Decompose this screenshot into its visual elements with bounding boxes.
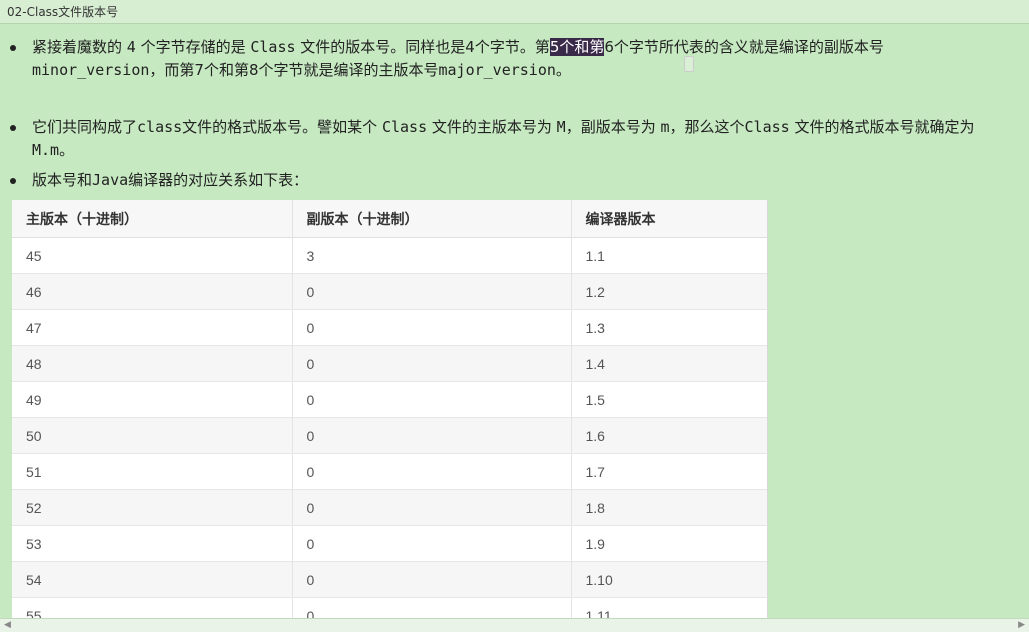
horizontal-scrollbar[interactable]: ◀ ▶ bbox=[0, 618, 1029, 632]
selected-text[interactable]: 5个和第 bbox=[549, 38, 605, 56]
table-row: 46 0 1.2 bbox=[12, 273, 767, 310]
table-cell: 54 bbox=[12, 561, 292, 598]
text-span: 紧接着魔数的 bbox=[32, 38, 127, 56]
table-cell: 0 bbox=[291, 525, 571, 562]
table-cell: 53 bbox=[12, 525, 292, 562]
table-cell: 0 bbox=[291, 597, 571, 618]
table-cell: 1.8 bbox=[570, 489, 767, 526]
table-cell: 3 bbox=[291, 237, 571, 274]
table-row: 53 0 1.9 bbox=[12, 525, 767, 562]
table-cell: 48 bbox=[12, 345, 292, 382]
table-row: 51 0 1.7 bbox=[12, 453, 767, 490]
table-row: 49 0 1.5 bbox=[12, 381, 767, 418]
bullet-icon bbox=[10, 125, 16, 131]
text-cursor-icon bbox=[684, 56, 694, 72]
table-cell: 1.11 bbox=[570, 597, 767, 618]
table-cell: 51 bbox=[12, 453, 292, 490]
table-cell: 1.2 bbox=[570, 273, 767, 310]
code-span: 4 bbox=[126, 38, 136, 56]
code-span: M bbox=[556, 118, 566, 136]
text-span: 文件的主版本号为 bbox=[427, 118, 557, 136]
bullet-icon bbox=[10, 178, 16, 184]
document-tab-title[interactable]: 02-Class文件版本号 bbox=[0, 0, 1029, 24]
code-span: M.m bbox=[32, 141, 60, 159]
table-cell: 0 bbox=[291, 453, 571, 490]
table-cell: 1.10 bbox=[570, 561, 767, 598]
version-table-container: 主版本（十进制） 副版本（十进制） 编译器版本 45 3 1.1 46 0 1.2 47… bbox=[12, 200, 768, 618]
table-cell: 45 bbox=[12, 237, 292, 274]
table-cell: 0 bbox=[291, 489, 571, 526]
table-row: 47 0 1.3 bbox=[12, 309, 767, 346]
text-span: 版本号和 bbox=[32, 171, 93, 189]
table-cell: 0 bbox=[291, 381, 571, 418]
table-cell: 1.9 bbox=[570, 525, 767, 562]
code-span: major_version bbox=[438, 61, 556, 79]
table-row: 50 0 1.6 bbox=[12, 417, 767, 454]
text-span: ，那么这个 bbox=[669, 118, 745, 136]
column-header-major: 主版本（十进制） bbox=[12, 200, 292, 238]
text-span: 。 bbox=[555, 61, 571, 79]
table-cell: 49 bbox=[12, 381, 292, 418]
text-span: 文件的版本号。同样也是4个字节。第 bbox=[295, 38, 550, 56]
code-span: minor_version bbox=[32, 61, 150, 79]
table-cell: 55 bbox=[12, 597, 292, 618]
text-span: 个字节存储的是 bbox=[135, 38, 251, 56]
code-span: Java bbox=[92, 171, 129, 189]
code-span: Class bbox=[250, 38, 296, 56]
table-cell: 52 bbox=[12, 489, 292, 526]
table-cell: 1.6 bbox=[570, 417, 767, 454]
document-content: 紧接着魔数的 4 个字节存储的是 Class 文件的版本号。同样也是4个字节。第… bbox=[0, 24, 1029, 618]
table-cell: 1.3 bbox=[570, 309, 767, 346]
text-span: 编译器的对应关系如下表： bbox=[128, 171, 309, 189]
table-header-row: 主版本（十进制） 副版本（十进制） 编译器版本 bbox=[12, 200, 767, 238]
version-table: 主版本（十进制） 副版本（十进制） 编译器版本 45 3 1.1 46 0 1.2 47… bbox=[12, 200, 767, 618]
table-row: 55 0 1.11 bbox=[12, 597, 767, 618]
table-cell: 0 bbox=[291, 309, 571, 346]
text-span: 。 bbox=[59, 141, 75, 159]
table-cell: 1.5 bbox=[570, 381, 767, 418]
text-span: 文件的格式版本号。譬如某个 bbox=[182, 118, 382, 136]
table-row: 54 0 1.10 bbox=[12, 561, 767, 598]
paragraph-text: 紧接着魔数的 4 个字节存储的是 Class 文件的版本号。同样也是4个字节。第… bbox=[32, 36, 1014, 82]
text-span: 文件的格式版本号就确定为 bbox=[789, 118, 975, 136]
table-row: 45 3 1.1 bbox=[12, 237, 767, 274]
text-span: 6个字节所代表的含义就是编译的副版本号 bbox=[604, 38, 884, 56]
table-cell: 0 bbox=[291, 345, 571, 382]
table-cell: 50 bbox=[12, 417, 292, 454]
table-cell: 47 bbox=[12, 309, 292, 346]
paragraph-text: 版本号和Java编译器的对应关系如下表： bbox=[32, 169, 1014, 192]
bullet-icon bbox=[10, 45, 16, 51]
code-span: Class bbox=[744, 118, 790, 136]
table-cell: 0 bbox=[291, 417, 571, 454]
text-span: 它们共同构成了 bbox=[32, 118, 138, 136]
code-span: m bbox=[660, 118, 670, 136]
chevron-left-icon[interactable]: ◀ bbox=[4, 620, 11, 630]
table-row: 52 0 1.8 bbox=[12, 489, 767, 526]
column-header-minor: 副版本（十进制） bbox=[291, 200, 571, 238]
code-span: class bbox=[137, 118, 183, 136]
table-cell: 1.4 bbox=[570, 345, 767, 382]
table-cell: 1.7 bbox=[570, 453, 767, 490]
table-cell: 0 bbox=[291, 561, 571, 598]
code-span: Class bbox=[381, 118, 428, 136]
table-cell: 1.1 bbox=[570, 237, 767, 274]
table-cell: 0 bbox=[291, 273, 571, 310]
text-span: ，副版本号为 bbox=[565, 118, 661, 136]
column-header-compiler: 编译器版本 bbox=[570, 200, 767, 238]
table-row: 48 0 1.4 bbox=[12, 345, 767, 382]
text-span: ，而第7个和第8个字节就是编译的主版本号 bbox=[149, 61, 439, 79]
chevron-right-icon[interactable]: ▶ bbox=[1018, 620, 1025, 630]
paragraph-text: 它们共同构成了class文件的格式版本号。譬如某个 Class 文件的主版本号为… bbox=[32, 116, 1014, 162]
table-cell: 46 bbox=[12, 273, 292, 310]
